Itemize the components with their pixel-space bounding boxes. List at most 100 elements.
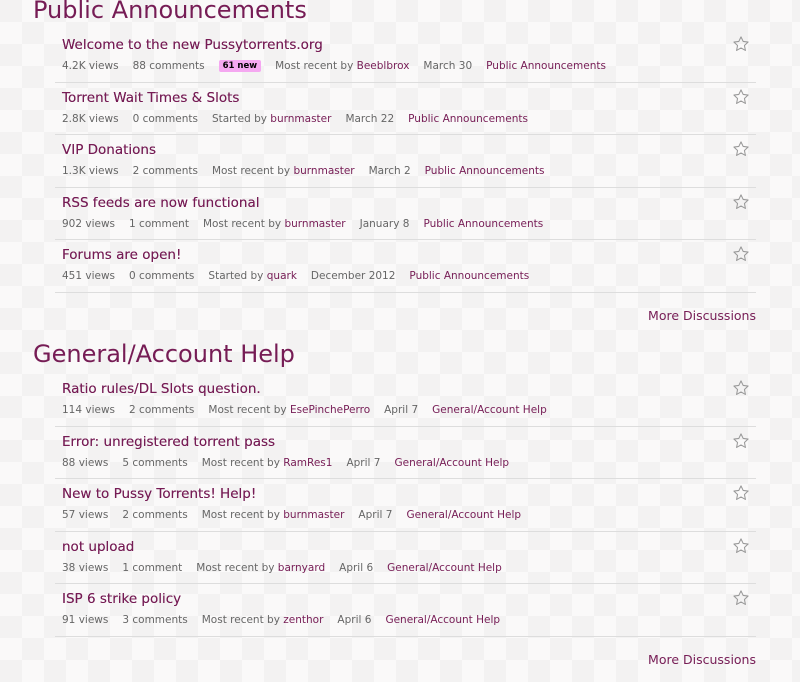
- category-title[interactable]: General/Account Help: [33, 334, 800, 374]
- discussion-title-link[interactable]: not upload: [62, 539, 134, 555]
- discussion-title-link[interactable]: RSS feeds are now functional: [62, 195, 260, 211]
- discussion-title-link[interactable]: VIP Donations: [62, 142, 156, 158]
- star-outline-icon[interactable]: [732, 589, 750, 607]
- author-link[interactable]: burnmaster: [283, 509, 344, 521]
- last-activity-date: March 2: [368, 165, 411, 177]
- discussion-meta: 451 views 0 comments Started by quark Decem…: [62, 270, 543, 282]
- author-link[interactable]: EsePinchePerro: [290, 404, 370, 416]
- last-activity-date: April 7: [358, 509, 393, 521]
- discussion-list: Ratio rules/DL Slots question. 114 views 2…: [55, 374, 756, 637]
- discussion-item: Forums are open! 451 views 0 comments Start…: [55, 240, 756, 293]
- discussion-title-link[interactable]: ISP 6 strike policy: [62, 591, 181, 607]
- comments-count: 1 comment: [129, 217, 189, 230]
- discussion-item: Error: unregistered torrent pass 88 views…: [55, 427, 756, 479]
- last-activity-date: December 2012: [310, 270, 396, 282]
- discussion-item: Ratio rules/DL Slots question. 114 views 2…: [55, 374, 756, 427]
- views-count: 114 views: [62, 404, 116, 416]
- star-outline-icon[interactable]: [732, 484, 750, 502]
- category-link[interactable]: Public Announcements: [486, 60, 606, 72]
- category-link[interactable]: General/Account Help: [385, 614, 500, 626]
- category-link[interactable]: Public Announcements: [409, 270, 529, 282]
- author-link[interactable]: RamRes1: [283, 457, 332, 469]
- discussion-item: not upload 38 views 1 comment Most recent b…: [55, 532, 756, 584]
- category-title[interactable]: Public Announcements: [33, 0, 800, 30]
- discussion-meta: 1.3K views 2 comments Most recent by burnm…: [62, 165, 558, 177]
- more-discussions-link[interactable]: More Discussions: [648, 308, 756, 323]
- discussion-meta: 114 views 2 comments Most recent by EsePin…: [62, 404, 561, 416]
- last-activity-date: March 30: [423, 60, 473, 72]
- category-link[interactable]: Public Announcements: [425, 165, 545, 177]
- star-outline-icon[interactable]: [732, 193, 750, 211]
- discussion-meta: 4.2K views 88 comments 61 new Most recent b…: [62, 60, 620, 72]
- views-count: 57 views: [62, 509, 109, 521]
- last-activity-date: April 6: [339, 561, 374, 574]
- author-link[interactable]: burnmaster: [270, 113, 331, 125]
- discussion-item: Welcome to the new Pussytorrents.org 4.2K…: [55, 30, 756, 83]
- comments-count: 2 comments: [122, 509, 188, 521]
- discussion-meta: 57 views 2 comments Most recent by burnmas…: [62, 509, 535, 521]
- last-activity-date: March 22: [345, 112, 395, 125]
- star-outline-icon[interactable]: [732, 88, 750, 106]
- discussion-title-link[interactable]: Forums are open!: [62, 247, 181, 263]
- discussion-title-link[interactable]: Torrent Wait Times & Slots: [62, 90, 239, 106]
- author-link[interactable]: Beeblbrox: [357, 60, 410, 72]
- discussion-item: RSS feeds are now functional 902 views 1 c…: [55, 188, 756, 240]
- comments-count: 5 comments: [122, 456, 188, 469]
- comments-count: 2 comments: [132, 165, 198, 177]
- author-link[interactable]: burnmaster: [293, 165, 354, 177]
- comments-count: 0 comments: [132, 112, 198, 125]
- category-link[interactable]: General/Account Help: [406, 509, 521, 521]
- discussion-meta: 902 views 1 comment Most recent by burnmas…: [62, 218, 557, 230]
- last-activity-date: January 8: [359, 217, 410, 230]
- discussion-meta: 88 views 5 comments Most recent by RamRes1…: [62, 457, 523, 469]
- comments-count: 88 comments: [132, 60, 205, 72]
- discussion-title-link[interactable]: Error: unregistered torrent pass: [62, 434, 275, 450]
- last-activity-label: Started by: [211, 112, 267, 125]
- author-link[interactable]: barnyard: [278, 562, 325, 574]
- discussion-item: New to Pussy Torrents! Help! 57 views 2 co…: [55, 479, 756, 532]
- comments-count: 0 comments: [129, 270, 195, 282]
- last-activity-label: Most recent by: [275, 60, 354, 72]
- category-link[interactable]: General/Account Help: [394, 457, 509, 469]
- last-activity-label: Most recent by: [202, 217, 282, 230]
- discussion-title-link[interactable]: Ratio rules/DL Slots question.: [62, 381, 261, 397]
- discussion-meta: 2.8K views 0 comments Started by burnmaste…: [62, 113, 542, 125]
- views-count: 38 views: [62, 561, 109, 574]
- discussion-title-link[interactable]: Welcome to the new Pussytorrents.org: [62, 37, 323, 53]
- category-link[interactable]: Public Announcements: [408, 113, 528, 125]
- star-outline-icon[interactable]: [732, 537, 750, 555]
- last-activity-label: Most recent by: [201, 509, 280, 521]
- views-count: 88 views: [62, 456, 109, 469]
- discussion-title-link[interactable]: New to Pussy Torrents! Help!: [62, 486, 256, 502]
- views-count: 2.8K views: [62, 112, 119, 125]
- more-discussions-link[interactable]: More Discussions: [648, 652, 756, 667]
- star-outline-icon[interactable]: [732, 379, 750, 397]
- discussion-item: VIP Donations 1.3K views 2 comments Most re…: [55, 135, 756, 188]
- views-count: 91 views: [62, 614, 109, 626]
- last-activity-label: Most recent by: [196, 561, 275, 574]
- views-count: 902 views: [62, 217, 116, 230]
- author-link[interactable]: burnmaster: [284, 218, 345, 230]
- star-outline-icon[interactable]: [732, 432, 750, 450]
- category-link[interactable]: Public Announcements: [423, 218, 543, 230]
- comments-count: 2 comments: [129, 404, 195, 416]
- discussion-item: Torrent Wait Times & Slots 2.8K views 0 co…: [55, 83, 756, 135]
- last-activity-label: Most recent by: [201, 456, 280, 469]
- views-count: 1.3K views: [62, 165, 119, 177]
- star-outline-icon[interactable]: [732, 245, 750, 263]
- category-section: General/Account Help Ratio rules/DL Slots…: [0, 334, 800, 667]
- star-outline-icon[interactable]: [732, 140, 750, 158]
- last-activity-label: Started by: [208, 270, 264, 282]
- last-activity-label: Most recent by: [211, 165, 291, 177]
- category-link[interactable]: General/Account Help: [432, 404, 547, 416]
- star-outline-icon[interactable]: [732, 35, 750, 53]
- last-activity-date: April 7: [346, 456, 381, 469]
- new-comments-badge: 61 new: [218, 60, 262, 72]
- comments-count: 3 comments: [122, 614, 188, 626]
- discussion-item: ISP 6 strike policy 91 views 3 comments Mos…: [55, 584, 756, 637]
- category-link[interactable]: General/Account Help: [387, 562, 502, 574]
- last-activity-label: Most recent by: [201, 614, 280, 626]
- author-link[interactable]: zenthor: [283, 614, 323, 626]
- author-link[interactable]: quark: [267, 270, 297, 282]
- discussion-meta: 91 views 3 comments Most recent by zenthor…: [62, 614, 514, 626]
